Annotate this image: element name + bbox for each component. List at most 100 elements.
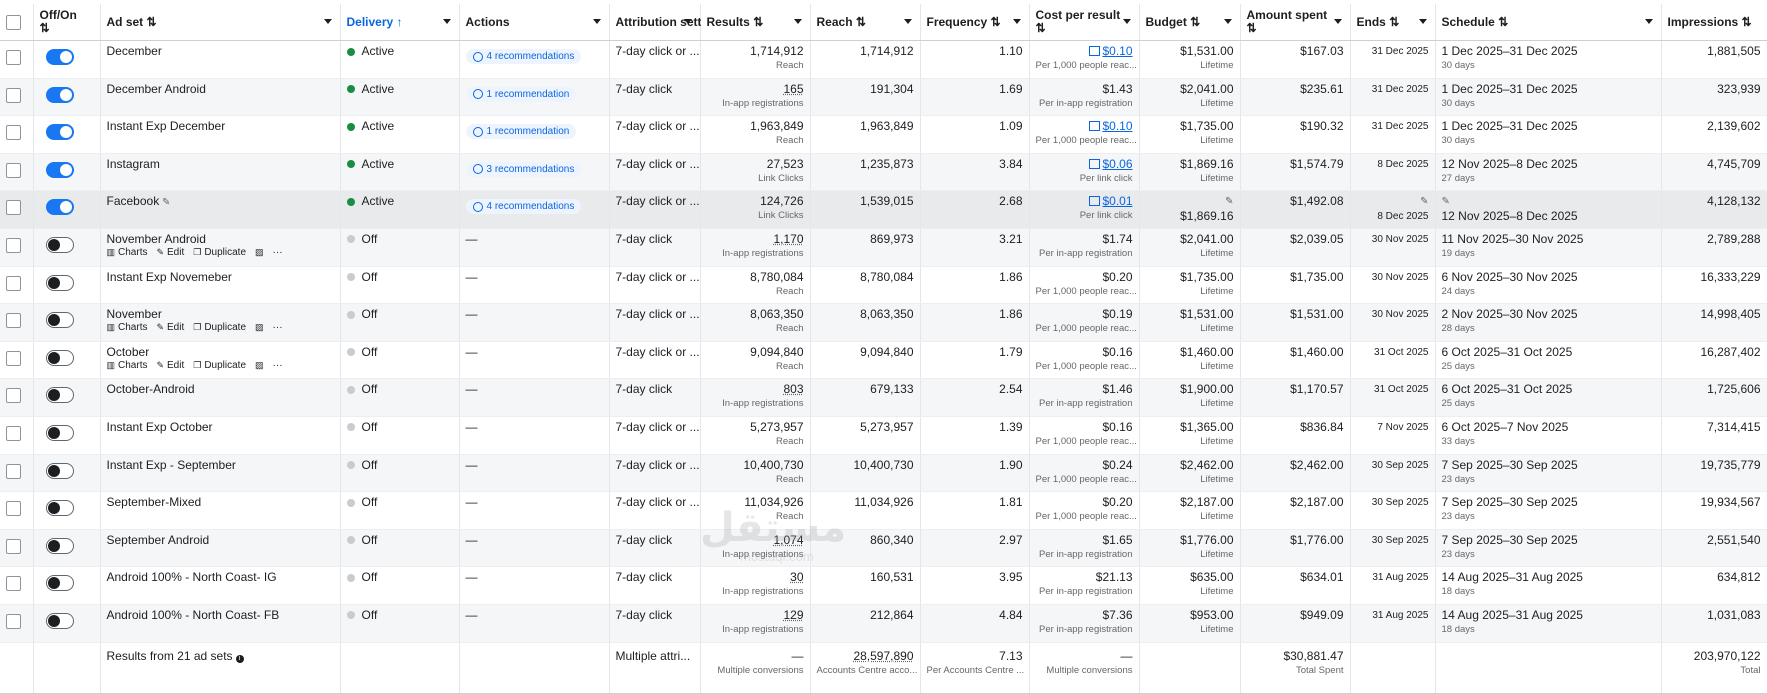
ad-set-name-link[interactable]: Instant Exp - September (107, 458, 236, 472)
more-options-icon[interactable]: ··· (273, 360, 283, 371)
cost-per-result-wrap[interactable]: $0.01 (1036, 194, 1133, 209)
cost-per-result-value[interactable]: $0.06 (1102, 157, 1132, 171)
header-impressions[interactable]: Impressions ⇅ (1661, 4, 1767, 41)
header-schedule[interactable]: Schedule ⇅ (1435, 4, 1661, 41)
header-frequency[interactable]: Frequency ⇅ (920, 4, 1029, 41)
duplicate-action[interactable]: ❐ Duplicate (193, 322, 246, 333)
header-cost-per-result[interactable]: Cost per result ⇅ (1029, 4, 1139, 41)
on-off-toggle[interactable] (46, 275, 74, 291)
more-options-icon[interactable]: ··· (273, 322, 283, 333)
on-off-toggle[interactable] (46, 425, 74, 441)
ad-set-name-link[interactable]: Instant Exp December (107, 119, 226, 133)
recommendations-badge[interactable]: 1 recommendation (466, 124, 577, 139)
ad-set-name-link[interactable]: November Android (107, 232, 206, 246)
on-off-toggle[interactable] (46, 613, 74, 629)
row-checkbox[interactable] (6, 388, 21, 403)
row-checkbox[interactable] (6, 50, 21, 65)
recommendations-badge[interactable]: 4 recommendations (466, 199, 582, 214)
column-menu-icon[interactable] (904, 19, 912, 24)
header-ends[interactable]: Ends ⇅ (1350, 4, 1435, 41)
recommendations-badge[interactable]: 4 recommendations (466, 49, 582, 64)
cost-per-result-wrap[interactable]: $0.06 (1036, 157, 1133, 172)
trend-chart-icon[interactable] (1089, 46, 1100, 56)
ad-set-name-link[interactable]: September Android (107, 533, 210, 547)
table-row[interactable]: Instagram Active 3 recommendations 7-day cl… (0, 153, 1767, 191)
charts-action[interactable]: ▥ Charts (107, 247, 148, 258)
header-results[interactable]: Results ⇅ (700, 4, 810, 41)
row-checkbox[interactable] (6, 501, 21, 516)
cost-per-result-value[interactable]: $0.01 (1102, 194, 1132, 208)
row-checkbox[interactable] (6, 426, 21, 441)
edit-budget-icon[interactable]: ✎ (1146, 194, 1234, 209)
edit-action[interactable]: ✎ Edit (156, 247, 184, 258)
on-off-toggle[interactable] (46, 350, 74, 366)
table-row[interactable]: Instant Exp December Active 1 recommendati… (0, 116, 1767, 154)
column-menu-icon[interactable] (1645, 19, 1653, 24)
ad-set-name-link[interactable]: Instagram (107, 157, 160, 171)
on-off-toggle[interactable] (46, 237, 74, 253)
preview-icon[interactable]: ▨ (255, 322, 264, 333)
ad-set-name-link[interactable]: November (107, 307, 162, 321)
ad-set-name-link[interactable]: September-Mixed (107, 495, 202, 509)
table-row[interactable]: Facebook ✎ Active 4 recommendations 7-day c… (0, 191, 1767, 229)
row-checkbox[interactable] (6, 464, 21, 479)
column-menu-icon[interactable] (443, 19, 451, 24)
edit-name-icon[interactable]: ✎ (159, 197, 170, 208)
select-all-checkbox[interactable] (6, 15, 21, 30)
header-reach[interactable]: Reach ⇅ (810, 4, 920, 41)
ad-set-name-link[interactable]: December (107, 44, 162, 58)
header-budget[interactable]: Budget ⇅ (1139, 4, 1240, 41)
table-row[interactable]: November ▥ Charts ✎ Edit ❐ Duplicate ▨ ··· Off — 7-… (0, 304, 1767, 342)
row-checkbox[interactable] (6, 539, 21, 554)
table-row[interactable]: September Android Off —7-day click 1,074 In-… (0, 529, 1767, 567)
column-menu-icon[interactable] (1224, 19, 1232, 24)
row-checkbox[interactable] (6, 276, 21, 291)
on-off-toggle[interactable] (46, 575, 74, 591)
charts-action[interactable]: ▥ Charts (107, 360, 148, 371)
trend-chart-icon[interactable] (1089, 159, 1100, 169)
charts-action[interactable]: ▥ Charts (107, 322, 148, 333)
on-off-toggle[interactable] (46, 312, 74, 328)
recommendations-badge[interactable]: 3 recommendations (466, 162, 582, 177)
duplicate-action[interactable]: ❐ Duplicate (193, 360, 246, 371)
row-checkbox[interactable] (6, 238, 21, 253)
row-checkbox[interactable] (6, 200, 21, 215)
ad-set-name-link[interactable]: October-Android (107, 382, 195, 396)
row-checkbox[interactable] (6, 163, 21, 178)
header-amount-spent[interactable]: Amount spent ⇅ (1240, 4, 1350, 41)
table-row[interactable]: Android 100% - North Coast- IG Off — 7-day … (0, 567, 1767, 605)
edit-action[interactable]: ✎ Edit (156, 322, 184, 333)
column-menu-icon[interactable] (1013, 19, 1021, 24)
cost-per-result-value[interactable]: $0.10 (1102, 119, 1132, 133)
on-off-toggle[interactable] (46, 387, 74, 403)
ad-set-name-link[interactable]: Instant Exp October (107, 420, 213, 434)
row-checkbox[interactable] (6, 614, 21, 629)
on-off-toggle[interactable] (46, 199, 74, 215)
on-off-toggle[interactable] (46, 500, 74, 516)
column-menu-icon[interactable] (593, 19, 601, 24)
recommendations-badge[interactable]: 1 recommendation (466, 87, 577, 102)
ad-set-name-link[interactable]: Instant Exp Novemeber (107, 270, 232, 284)
ad-set-name-link[interactable]: Android 100% - North Coast- IG (107, 570, 277, 584)
header-actions[interactable]: Actions (459, 4, 609, 41)
cost-per-result-value[interactable]: $0.10 (1102, 44, 1132, 58)
trend-chart-icon[interactable] (1089, 121, 1100, 131)
column-menu-icon[interactable] (1419, 19, 1427, 24)
on-off-toggle[interactable] (46, 463, 74, 479)
row-checkbox[interactable] (6, 313, 21, 328)
cost-per-result-wrap[interactable]: $0.10 (1036, 119, 1133, 134)
column-menu-icon[interactable] (1334, 19, 1342, 24)
preview-icon[interactable]: ▨ (255, 247, 264, 258)
on-off-toggle[interactable] (46, 162, 74, 178)
row-checkbox[interactable] (6, 88, 21, 103)
column-menu-icon[interactable] (1123, 19, 1131, 24)
header-delivery[interactable]: Delivery ↑ (340, 4, 459, 41)
on-off-toggle[interactable] (46, 124, 74, 140)
ad-set-name-link[interactable]: December Android (107, 82, 206, 96)
ad-set-name-link[interactable]: Facebook (107, 194, 160, 208)
on-off-toggle[interactable] (46, 87, 74, 103)
trend-chart-icon[interactable] (1089, 196, 1100, 206)
column-menu-icon[interactable] (684, 19, 692, 24)
header-off-on[interactable]: Off/On ⇅ (33, 4, 100, 41)
table-row[interactable]: Instant Exp Novemeber Off — 7-day click or … (0, 266, 1767, 304)
